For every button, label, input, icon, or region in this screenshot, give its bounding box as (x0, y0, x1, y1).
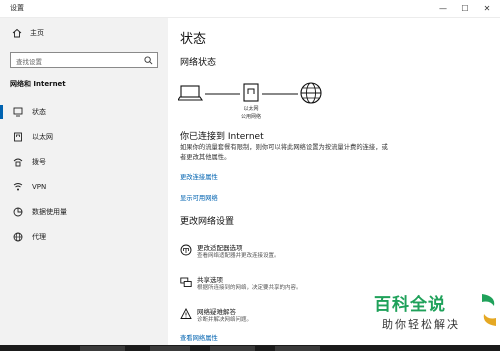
internet-globe-icon (300, 82, 322, 104)
sidebar-item-vpn[interactable]: VPN (0, 177, 168, 197)
home-nav-item[interactable]: 主页 (12, 28, 44, 38)
change-network-settings-title: 更改网络设置 (180, 217, 235, 227)
vpn-icon (12, 181, 24, 193)
search-input[interactable]: 查找设置 (10, 52, 158, 68)
search-icon[interactable] (144, 56, 153, 65)
page-title: 状态 (180, 32, 207, 47)
dialup-icon (12, 156, 24, 168)
sidebar-item-label: 代理 (32, 233, 46, 241)
watermark-logo-icon (482, 294, 496, 326)
close-button[interactable]: ✕ (476, 0, 498, 18)
option-description: 查看网络适配器并更改连接设置。 (197, 253, 280, 259)
ethernet-port-icon (243, 83, 259, 102)
connected-title: 你已连接到 Internet (180, 132, 264, 142)
window-title: 设置 (10, 4, 24, 12)
taskbar (0, 345, 500, 351)
taskbar-item[interactable] (210, 346, 255, 351)
watermark-sub-text: 助你轻松解决 (382, 318, 460, 331)
network-diagram: 以太网 公用网络 (178, 78, 338, 124)
sidebar-item-status[interactable]: 状态 (0, 102, 168, 122)
proxy-icon (12, 231, 24, 243)
status-icon (12, 106, 24, 118)
connected-description: 如果你的流量套餐有限制，则你可以将此网络设置为按流量计费的连接，或者更改其他属性… (180, 144, 388, 161)
network-status-title: 网络状态 (180, 58, 217, 68)
sidebar-item-proxy[interactable]: 代理 (0, 227, 168, 247)
computer-icon (178, 85, 204, 101)
sidebar-item-label: 以太网 (32, 133, 53, 141)
sidebar-item-label: 数据使用量 (32, 208, 67, 216)
sidebar-item-ethernet[interactable]: 以太网 (0, 127, 168, 147)
data-usage-icon (12, 206, 24, 218)
adapter-options-item[interactable]: 更改适配器选项 查看网络适配器并更改连接设置。 (180, 242, 410, 264)
connection-name-label: 以太网 (243, 106, 259, 112)
taskbar-item[interactable] (150, 346, 190, 351)
sidebar-item-label: 状态 (32, 108, 46, 116)
home-icon (12, 28, 22, 38)
adapter-icon (180, 244, 192, 256)
sidebar-item-label: 拨号 (32, 158, 46, 166)
sidebar-item-data-usage[interactable]: 数据使用量 (0, 202, 168, 222)
section-title: 网络和 Internet (10, 80, 66, 88)
maximize-button[interactable]: ☐ (454, 0, 476, 18)
taskbar-item[interactable] (275, 346, 320, 351)
option-description: 诊断并解决网络问题。 (197, 317, 253, 323)
view-network-properties-link[interactable]: 查看网络属性 (180, 333, 218, 342)
watermark-main-text: 百科全说 (374, 295, 446, 315)
watermark: 百科全说 助你轻松解决 (370, 288, 500, 345)
sidebar-item-label: VPN (32, 183, 47, 191)
troubleshoot-icon (180, 308, 192, 319)
sidebar: 主页 查找设置 网络和 Internet 状态 以太网 拨号 VPN 数据使用量… (0, 18, 168, 345)
search-placeholder: 查找设置 (16, 58, 42, 66)
network-type-label: 公用网络 (240, 114, 261, 120)
sharing-icon (180, 277, 192, 287)
taskbar-item[interactable] (80, 346, 125, 351)
change-connection-properties-link[interactable]: 更改连接属性 (180, 172, 218, 181)
home-label: 主页 (30, 29, 44, 37)
option-description: 根据所连接到的网络，决定要共享的内容。 (197, 285, 302, 291)
show-available-networks-link[interactable]: 显示可用网络 (180, 193, 218, 202)
minimize-button[interactable]: — (432, 0, 454, 18)
ethernet-icon (12, 131, 24, 143)
sidebar-item-dialup[interactable]: 拨号 (0, 152, 168, 172)
title-bar: 设置 — ☐ ✕ (0, 0, 500, 18)
